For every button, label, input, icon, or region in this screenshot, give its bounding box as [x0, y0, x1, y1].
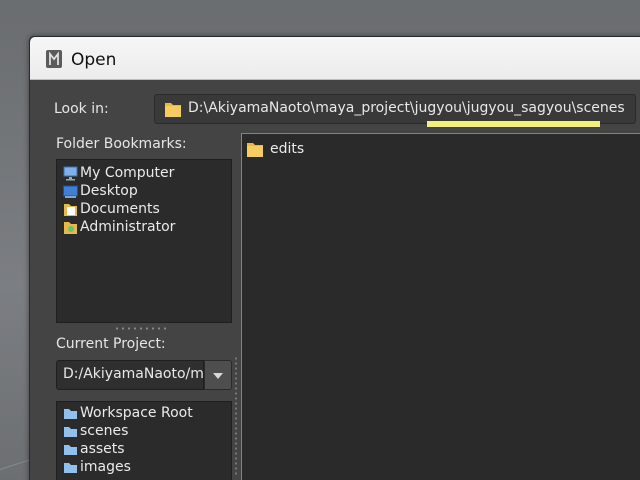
project-folders-list[interactable]: Workspace Root scenes assets images: [56, 401, 232, 480]
folder-bookmarks-list[interactable]: My Computer Desktop Documents Administra…: [56, 159, 232, 323]
dialog-title: Open: [71, 50, 117, 70]
splitter-handle[interactable]: [114, 327, 170, 330]
project-item-label: assets: [80, 441, 125, 457]
folder-icon: [64, 427, 77, 437]
documents-icon: [64, 204, 77, 216]
vertical-splitter-handle[interactable]: [234, 356, 238, 476]
bookmark-label: Desktop: [80, 183, 138, 199]
desktop-icon: [63, 185, 78, 198]
folder-bookmarks-label: Folder Bookmarks:: [56, 136, 187, 152]
look-in-path-text: D:\AkiyamaNaoto\maya_project\jugyou\jugy…: [188, 100, 625, 116]
folder-icon: [165, 103, 181, 117]
maya-app-icon: [46, 50, 62, 68]
bookmark-label: Administrator: [80, 219, 176, 235]
folder-icon: [64, 445, 77, 455]
look-in-path-field[interactable]: D:\AkiyamaNaoto\maya_project\jugyou\jugy…: [154, 94, 636, 124]
bookmark-label: Documents: [80, 201, 160, 217]
project-item-label: scenes: [80, 423, 129, 439]
title-bar[interactable]: Open: [30, 37, 640, 80]
current-project-label: Current Project:: [56, 336, 166, 352]
computer-icon: [63, 166, 78, 181]
bookmark-label: My Computer: [80, 165, 175, 181]
chevron-down-icon[interactable]: [204, 360, 232, 390]
file-item-label: edits: [270, 141, 305, 157]
project-item-label: images: [80, 459, 131, 475]
current-project-combo[interactable]: D:/AkiyamaNaoto/maya_project/jugyou/jugy…: [56, 360, 204, 390]
user-folder-icon: [64, 222, 77, 234]
file-list-panel[interactable]: edits: [241, 133, 640, 480]
folder-icon: [247, 143, 263, 157]
path-highlight-marker: [427, 121, 600, 127]
folder-icon: [64, 463, 77, 473]
project-item-label: Workspace Root: [80, 405, 193, 421]
current-project-value: D:/AkiyamaNaoto/maya_project/jugyou/jugy…: [63, 366, 204, 382]
folder-icon: [64, 409, 77, 419]
look-in-label: Look in:: [54, 101, 109, 117]
